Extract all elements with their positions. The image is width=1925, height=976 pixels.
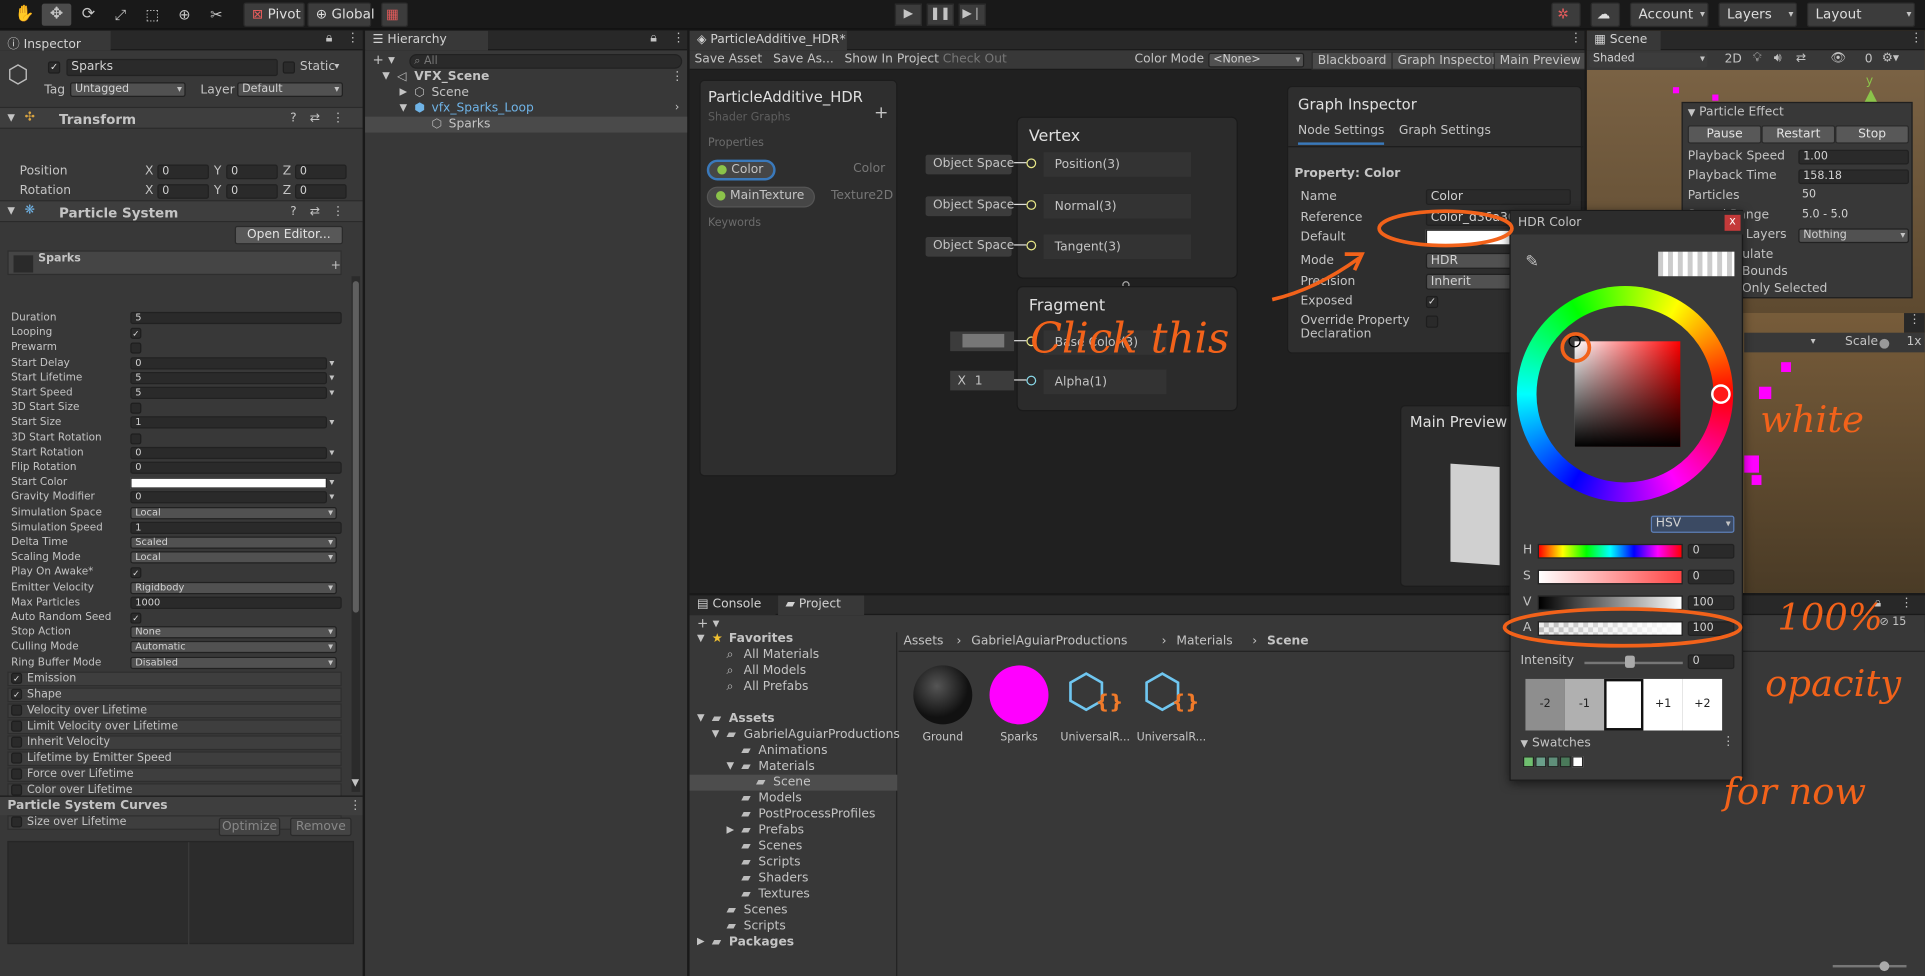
- annotation-for-now: for now: [1723, 770, 1867, 814]
- scene-icon: ◁: [397, 69, 407, 84]
- foldout-arrow-icon[interactable]: ▼: [382, 70, 390, 81]
- gameobject-icon: ⬡: [414, 85, 425, 100]
- arrow-to-default: [1271, 252, 1365, 302]
- selection-highlight: [365, 116, 688, 133]
- hierarchy-item[interactable]: Scene: [431, 86, 468, 100]
- gameobject-icon: ⬢: [414, 101, 425, 116]
- hierarchy-item[interactable]: Sparks: [449, 118, 491, 132]
- sv-cursor-circle: [1560, 332, 1592, 363]
- foldout-arrow-icon[interactable]: ▼: [399, 102, 407, 113]
- foldout-arrow-icon[interactable]: ▶: [399, 86, 407, 97]
- hierarchy-item[interactable]: VFX_Scene: [414, 70, 489, 84]
- annotation-opacity-word: opacity: [1765, 662, 1902, 706]
- annotation-opacity-percent: 100%: [1777, 596, 1883, 640]
- gameobject-icon: ⬡: [431, 117, 443, 132]
- annotation-white: white: [1760, 399, 1864, 442]
- default-field-circle: [1377, 209, 1514, 248]
- hierarchy-item[interactable]: vfx_Sparks_Loop: [431, 102, 533, 116]
- annotation-click-this: Click this: [1030, 314, 1230, 364]
- hierarchy-item-menu-icon[interactable]: ⋮: [671, 70, 683, 84]
- annotation-strokes: [1271, 209, 1743, 648]
- prefab-open-icon[interactable]: ›: [675, 102, 679, 114]
- alpha-row-circle: [1502, 607, 1743, 648]
